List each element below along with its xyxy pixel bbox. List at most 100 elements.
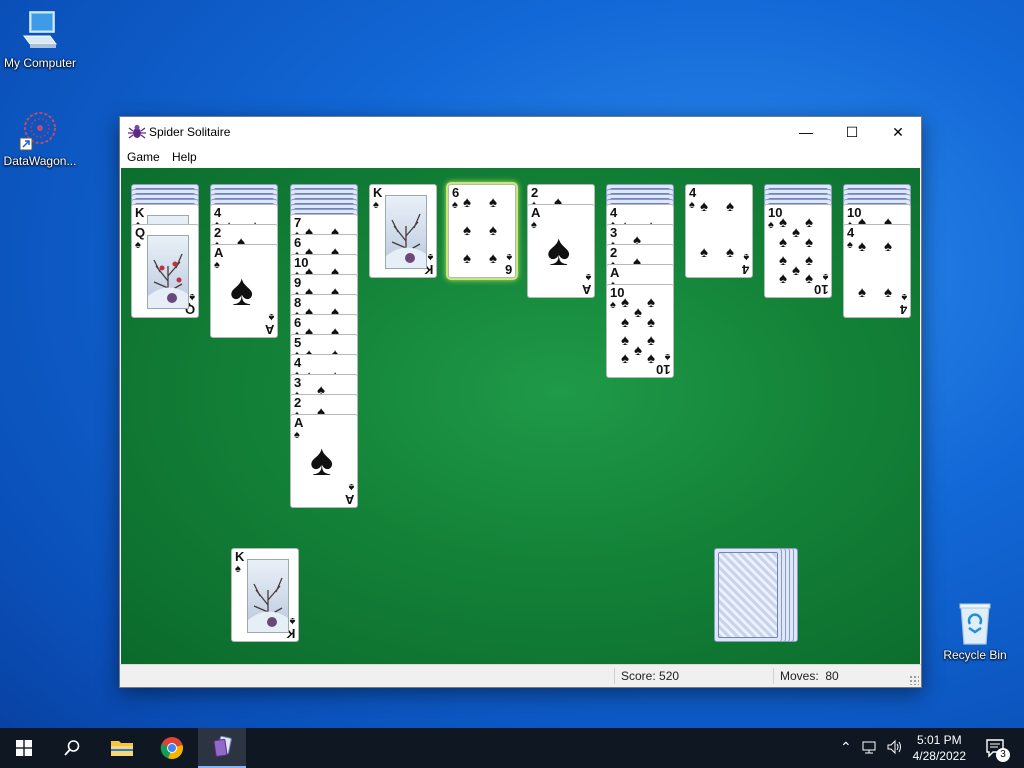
title-bar[interactable]: Spider Solitaire — ☐ ✕	[120, 117, 921, 147]
spade-icon: ♠	[743, 251, 749, 263]
desktop-icon-recycle-bin[interactable]: Recycle Bin	[935, 600, 1015, 662]
recycle-bin-icon	[955, 600, 995, 646]
clock-time: 5:01 PM	[916, 733, 962, 747]
card-K-of-spades[interactable]: K♠K♠	[231, 548, 299, 642]
moves-value: 80	[825, 669, 839, 683]
spade-icon: ♠	[792, 262, 800, 279]
search-icon	[64, 740, 80, 756]
card-6-of-spades[interactable]: 6♠6♠♠♠♠♠♠♠	[448, 184, 516, 278]
spade-icon: ♠	[847, 239, 853, 251]
datawagon-icon	[18, 106, 62, 152]
card-rank: 4♠	[847, 225, 855, 251]
card-rank: 4♠	[689, 185, 697, 211]
volume-icon[interactable]	[886, 739, 904, 758]
moves-label: Moves:	[780, 669, 819, 683]
spade-icon: ♠	[700, 244, 708, 261]
spade-icon: ♠	[664, 351, 670, 363]
spade-icon: ♠	[634, 304, 642, 321]
spade-icon: ♠	[621, 350, 629, 367]
spade-icon: ♠	[621, 294, 629, 311]
resize-grip-icon[interactable]	[909, 675, 919, 685]
spider-solitaire-taskbar-button[interactable]	[198, 728, 246, 768]
maximize-button[interactable]: ☐	[829, 117, 875, 147]
card-rank-bottom: 10♠	[655, 351, 670, 377]
system-clock[interactable]: 5:01 PM 4/28/2022	[913, 732, 966, 764]
spade-icon: ♠	[230, 266, 254, 315]
card-K-of-spades[interactable]: K♠K♠	[369, 184, 437, 278]
file-explorer-button[interactable]	[98, 728, 146, 768]
spade-icon: ♠	[726, 244, 734, 261]
spade-icon: ♠	[489, 222, 497, 239]
spade-icon: ♠	[805, 234, 813, 251]
search-button[interactable]	[48, 728, 96, 768]
card-rank: K♠	[373, 185, 383, 211]
spade-icon: ♠	[214, 259, 220, 271]
card-rank-bottom: A♠	[264, 311, 274, 337]
spade-icon: ♠	[884, 284, 892, 301]
chrome-button[interactable]	[148, 728, 196, 768]
spade-icon: ♠	[547, 226, 571, 275]
score-value: 520	[659, 669, 680, 683]
spade-icon: ♠	[805, 252, 813, 269]
action-center-button[interactable]: 3	[972, 728, 1020, 768]
spade-icon: ♠	[634, 342, 642, 359]
spade-icon: ♠	[373, 199, 379, 211]
spade-icon: ♠	[884, 238, 892, 255]
desktop-icon-my-computer[interactable]: My Computer	[0, 10, 80, 70]
card-rank: Q ♠	[135, 225, 146, 251]
card-rank-bottom: A♠	[344, 481, 354, 507]
desktop-icon-datawagon[interactable]: DataWagon...	[0, 106, 80, 168]
spade-icon: ♠	[463, 194, 471, 211]
clock-date: 4/28/2022	[912, 749, 966, 763]
card-A-of-spades[interactable]: A♠A♠♠	[210, 244, 278, 338]
spade-icon: ♠	[689, 199, 695, 211]
spade-icon: ♠	[726, 198, 734, 215]
spade-icon: ♠	[647, 332, 655, 349]
computer-icon	[20, 10, 60, 54]
folder-icon	[111, 741, 133, 756]
network-icon[interactable]	[862, 739, 878, 758]
stock-card-back[interactable]	[714, 548, 782, 642]
spade-icon: ♠	[858, 238, 866, 255]
spade-icon: ♠	[647, 350, 655, 367]
menu-help[interactable]: Help	[172, 150, 197, 164]
spade-icon: ♠	[779, 270, 787, 287]
spade-icon: ♠	[621, 314, 629, 331]
spade-icon: ♠	[310, 436, 334, 485]
card-10-of-spades[interactable]: 10♠10♠♠♠♠♠♠♠♠♠♠♠	[764, 204, 832, 298]
spade-icon: ♠	[792, 224, 800, 241]
winter-tree-art-icon	[385, 195, 427, 269]
score-label: Score:	[621, 669, 656, 683]
spade-icon: ♠	[531, 219, 537, 231]
card-rank: 6♠	[452, 185, 460, 211]
card-A-of-spades[interactable]: A♠A♠♠	[290, 414, 358, 508]
card-4-of-spades[interactable]: 4♠4♠♠♠♠♠	[843, 224, 911, 318]
desktop-icon-label: My Computer	[3, 56, 77, 70]
chrome-icon	[160, 737, 183, 760]
card-4-of-spades[interactable]: 4♠4♠♠♠♠♠	[685, 184, 753, 278]
spade-icon: ♠	[779, 252, 787, 269]
winter-tree-art-icon	[247, 559, 289, 633]
spade-icon: ♠	[463, 250, 471, 267]
spade-icon: ♠	[463, 222, 471, 239]
card-Q-of-spades[interactable]: Q ♠ Q ♠	[131, 224, 199, 318]
windows-icon	[16, 740, 32, 756]
minimize-button[interactable]: —	[783, 117, 829, 147]
desktop-icon-label: Recycle Bin	[943, 648, 1007, 662]
card-rank: A♠	[214, 245, 224, 271]
spade-icon: ♠	[489, 194, 497, 211]
card-A-of-spades[interactable]: A♠A♠♠	[527, 204, 595, 298]
spade-icon: ♠	[294, 429, 300, 441]
close-button[interactable]: ✕	[875, 117, 921, 147]
notification-badge: 3	[996, 748, 1010, 762]
spade-icon: ♠	[489, 250, 497, 267]
card-rank: A♠	[531, 205, 541, 231]
card-10-of-spades[interactable]: 10♠10♠♠♠♠♠♠♠♠♠♠♠	[606, 284, 674, 378]
chevron-up-icon[interactable]: ⌃	[840, 739, 852, 756]
menu-game[interactable]: Game	[127, 150, 160, 164]
spade-icon: ♠	[858, 284, 866, 301]
start-button[interactable]	[0, 728, 48, 768]
status-bar: Score: 520 Moves: 80	[120, 664, 921, 687]
card-rank-bottom: 4♠	[899, 291, 907, 317]
game-table[interactable]: K♠K♠Q♠Q♠4♠4♠♠♠♠♠2♠2♠♠♠A♠A♠♠7♠7♠♠♠♠♠♠♠♠6♠…	[121, 168, 920, 664]
